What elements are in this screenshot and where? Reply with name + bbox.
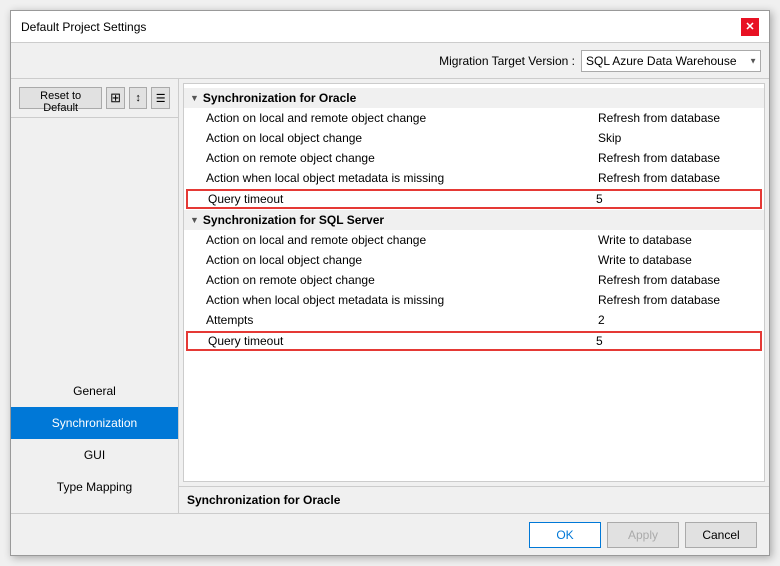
setting-name: Action on remote object change bbox=[206, 151, 598, 165]
table-row: Action on local object change Skip bbox=[184, 128, 764, 148]
setting-value: Skip bbox=[598, 131, 758, 145]
setting-name: Action on local object change bbox=[206, 131, 598, 145]
setting-value: Refresh from database bbox=[598, 111, 758, 125]
sql-query-timeout-row[interactable]: Query timeout 5 bbox=[186, 331, 762, 351]
table-row: Action on local and remote object change… bbox=[184, 108, 764, 128]
sidebar-item-gui[interactable]: GUI bbox=[11, 439, 178, 471]
setting-name: Attempts bbox=[206, 313, 598, 327]
footer: OK Apply Cancel bbox=[11, 513, 769, 555]
sidebar-label-synchronization: Synchronization bbox=[52, 416, 137, 430]
right-panel: ▼ Synchronization for Oracle Action on l… bbox=[179, 79, 769, 513]
main-content: Reset to Default ⊞ ↕ ☰ General Synchroni… bbox=[11, 79, 769, 513]
setting-value: Write to database bbox=[598, 233, 758, 247]
reset-row: Reset to Default ⊞ ↕ ☰ bbox=[11, 79, 178, 118]
sidebar-item-synchronization[interactable]: Synchronization bbox=[11, 407, 178, 439]
oracle-query-timeout-row[interactable]: Query timeout 5 bbox=[186, 189, 762, 209]
sidebar-label-gui: GUI bbox=[84, 448, 105, 462]
table-row: Attempts 2 bbox=[184, 310, 764, 330]
table-row: Action on local object change Write to d… bbox=[184, 250, 764, 270]
toolbar-row: Migration Target Version : SQL Azure Dat… bbox=[11, 43, 769, 79]
setting-value: Refresh from database bbox=[598, 151, 758, 165]
setting-name: Action when local object metadata is mis… bbox=[206, 171, 598, 185]
table-row: Action when local object metadata is mis… bbox=[184, 168, 764, 188]
apply-button[interactable]: Apply bbox=[607, 522, 679, 548]
sql-chevron: ▼ bbox=[190, 215, 199, 225]
oracle-section-header: ▼ Synchronization for Oracle bbox=[184, 88, 764, 108]
ok-button[interactable]: OK bbox=[529, 522, 601, 548]
setting-value: 5 bbox=[596, 192, 756, 206]
bottom-label: Synchronization for Oracle bbox=[179, 486, 769, 513]
list-view-icon: ⊞ bbox=[110, 90, 121, 106]
reset-to-default-button[interactable]: Reset to Default bbox=[19, 87, 102, 109]
setting-name: Action when local object metadata is mis… bbox=[206, 293, 598, 307]
setting-value: Refresh from database bbox=[598, 273, 758, 287]
cancel-button[interactable]: Cancel bbox=[685, 522, 757, 548]
dialog: Default Project Settings ✕ Migration Tar… bbox=[10, 10, 770, 556]
oracle-chevron: ▼ bbox=[190, 93, 199, 103]
sort-icon: ↕ bbox=[135, 92, 141, 104]
table-row: Action on remote object change Refresh f… bbox=[184, 148, 764, 168]
setting-name: Action on remote object change bbox=[206, 273, 598, 287]
setting-value: Refresh from database bbox=[598, 171, 758, 185]
setting-name: Action on local and remote object change bbox=[206, 111, 598, 125]
list-icon-button[interactable]: ⊞ bbox=[106, 87, 125, 109]
sidebar-label-general: General bbox=[73, 384, 116, 398]
setting-value: 2 bbox=[598, 313, 758, 327]
details-icon: ☰ bbox=[156, 92, 166, 105]
left-panel: Reset to Default ⊞ ↕ ☰ General Synchroni… bbox=[11, 79, 179, 513]
close-button[interactable]: ✕ bbox=[741, 18, 759, 36]
table-row: Action on remote object change Refresh f… bbox=[184, 270, 764, 290]
sidebar-item-type-mapping[interactable]: Type Mapping bbox=[11, 471, 178, 503]
sidebar-label-type-mapping: Type Mapping bbox=[57, 480, 132, 494]
settings-area: ▼ Synchronization for Oracle Action on l… bbox=[183, 83, 765, 482]
setting-value: 5 bbox=[596, 334, 756, 348]
setting-value: Refresh from database bbox=[598, 293, 758, 307]
sql-section-label: Synchronization for SQL Server bbox=[203, 213, 384, 227]
oracle-section-label: Synchronization for Oracle bbox=[203, 91, 356, 105]
sidebar-item-general[interactable]: General bbox=[11, 375, 178, 407]
title-bar: Default Project Settings ✕ bbox=[11, 11, 769, 43]
nav-items: General Synchronization GUI Type Mapping bbox=[11, 118, 178, 513]
table-row: Action when local object metadata is mis… bbox=[184, 290, 764, 310]
details-icon-button[interactable]: ☰ bbox=[151, 87, 170, 109]
sql-section-header: ▼ Synchronization for SQL Server bbox=[184, 210, 764, 230]
setting-name: Query timeout bbox=[208, 192, 596, 206]
table-row: Action on local and remote object change… bbox=[184, 230, 764, 250]
dialog-title: Default Project Settings bbox=[21, 20, 146, 34]
setting-name: Action on local object change bbox=[206, 253, 598, 267]
sort-icon-button[interactable]: ↕ bbox=[129, 87, 148, 109]
migration-label: Migration Target Version : bbox=[439, 54, 575, 68]
setting-name: Action on local and remote object change bbox=[206, 233, 598, 247]
migration-select[interactable]: SQL Azure Data Warehouse SQL Server 2016… bbox=[581, 50, 761, 72]
migration-select-wrapper: SQL Azure Data Warehouse SQL Server 2016… bbox=[581, 50, 761, 72]
setting-name: Query timeout bbox=[208, 334, 596, 348]
setting-value: Write to database bbox=[598, 253, 758, 267]
